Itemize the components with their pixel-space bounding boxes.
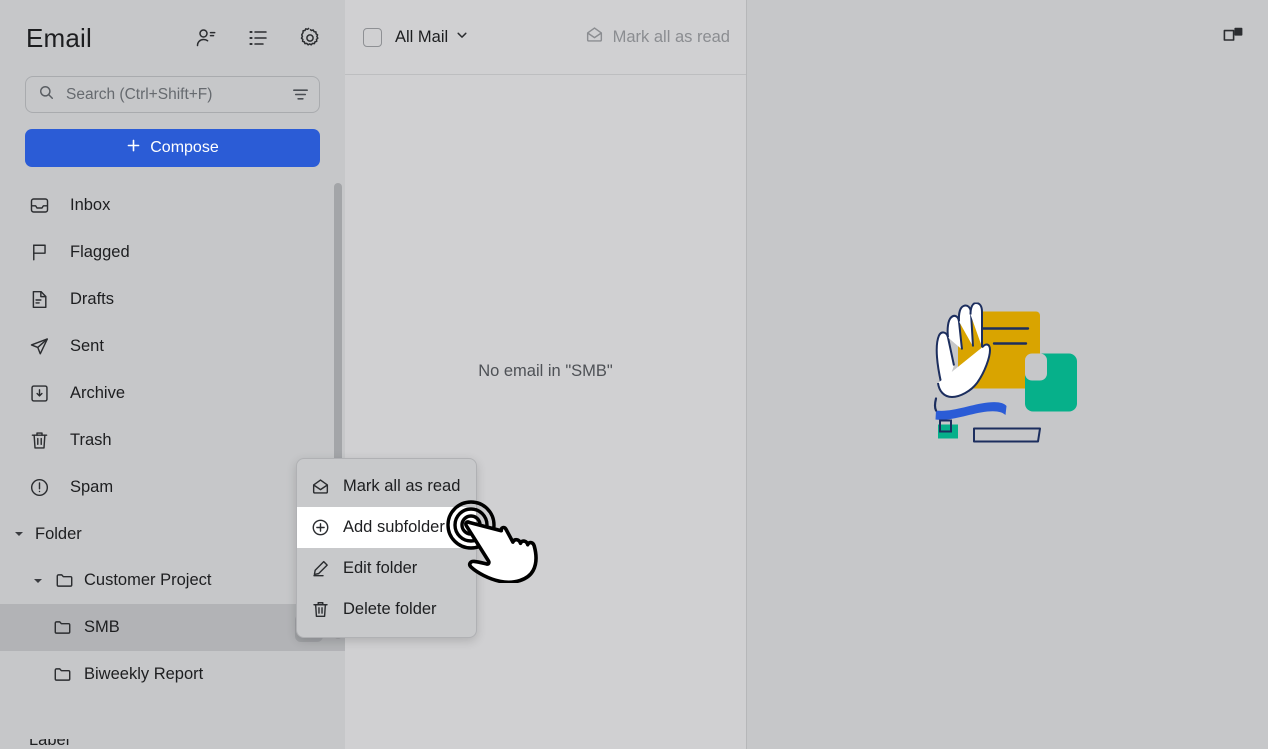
open-envelope-icon	[585, 25, 604, 49]
sidebar-item-label: Trash	[70, 431, 112, 449]
add-contact-icon[interactable]	[193, 25, 219, 51]
search-input[interactable]: Search (Ctrl+Shift+F)	[25, 76, 320, 113]
folder-icon	[55, 571, 74, 590]
folder-item-biweekly-report[interactable]: Biweekly Report	[0, 651, 345, 698]
sidebar-item-label: Sent	[70, 337, 104, 355]
folder-item-label: Biweekly Report	[84, 665, 204, 683]
label-section-header-cutoff[interactable]: Label	[0, 739, 345, 749]
sidebar-item-trash[interactable]: Trash	[0, 417, 345, 464]
message-list-toolbar: All Mail Mark all as read	[345, 0, 746, 75]
settings-gear-icon[interactable]	[297, 25, 323, 51]
mark-all-as-read-button[interactable]: Mark all as read	[585, 25, 730, 49]
sidebar-item-label: Flagged	[70, 243, 130, 261]
pencil-icon	[311, 559, 330, 578]
sidebar-item-spam[interactable]: Spam	[0, 464, 345, 511]
folder-section-label: Folder	[35, 524, 82, 543]
open-envelope-icon	[311, 477, 330, 496]
folder-section-header[interactable]: Folder	[0, 511, 345, 557]
chevron-down-icon	[455, 28, 469, 47]
context-menu-item-add-subfolder[interactable]: Add subfolder	[297, 507, 476, 548]
sidebar-item-archive[interactable]: Archive	[0, 370, 345, 417]
folder-icon	[53, 618, 72, 637]
mark-all-as-read-label: Mark all as read	[612, 27, 730, 46]
empty-mailbox-illustration	[922, 301, 1092, 447]
search-container: Search (Ctrl+Shift+F)	[0, 76, 345, 113]
reading-pane	[747, 0, 1268, 749]
trash-icon	[311, 600, 330, 619]
folder-item-customer-project[interactable]: Customer Project	[0, 557, 345, 604]
email-app-window: Email Search (Ctrl+Shift+F) Compose Inbo…	[0, 0, 1268, 749]
sidebar-item-drafts[interactable]: Drafts	[0, 276, 345, 323]
sidebar-nav: Inbox Flagged Drafts Sent Archive Trash …	[0, 182, 345, 511]
folder-item-label: Customer Project	[84, 571, 212, 589]
page-title: Email	[26, 22, 93, 53]
plus-icon	[126, 138, 141, 158]
search-icon	[38, 84, 55, 106]
context-menu-item-mark-all-as-read[interactable]: Mark all as read	[297, 466, 476, 507]
context-menu-item-delete-folder[interactable]: Delete folder	[297, 589, 476, 630]
sidebar-item-label: Archive	[70, 384, 126, 402]
sidebar-item-flagged[interactable]: Flagged	[0, 229, 345, 276]
context-menu-item-label: Mark all as read	[343, 477, 461, 495]
compose-button[interactable]: Compose	[25, 129, 320, 167]
filter-icon[interactable]	[291, 85, 310, 104]
send-icon	[29, 336, 50, 357]
folder-item-label: SMB	[84, 618, 120, 636]
empty-list-message: No email in "SMB"	[478, 362, 613, 380]
compose-container: Compose	[0, 113, 345, 167]
archive-icon	[29, 383, 50, 404]
mail-scope-label: All Mail	[395, 27, 449, 46]
panel-layout-icon[interactable]	[1220, 22, 1246, 48]
folder-item-smb[interactable]: SMB	[0, 604, 345, 651]
sidebar-item-label: Inbox	[70, 196, 111, 214]
mail-scope-dropdown[interactable]: All Mail	[395, 28, 469, 47]
flag-icon	[29, 242, 50, 263]
sidebar-header-actions	[193, 25, 323, 51]
folder-icon	[53, 665, 72, 684]
caret-down-icon	[12, 527, 26, 541]
select-all-checkbox[interactable]	[363, 27, 382, 47]
sidebar-item-label: Spam	[70, 478, 114, 496]
plus-circle-icon	[311, 518, 330, 537]
list-view-icon[interactable]	[245, 25, 271, 51]
context-menu-item-label: Add subfolder	[343, 518, 445, 536]
trash-icon	[29, 430, 50, 451]
alert-circle-icon	[29, 477, 50, 498]
context-menu-item-label: Delete folder	[343, 600, 437, 618]
folder-context-menu: Mark all as read Add subfolder Edit fold…	[296, 458, 477, 638]
search-placeholder: Search (Ctrl+Shift+F)	[66, 85, 213, 103]
document-icon	[29, 289, 50, 310]
inbox-icon	[29, 195, 50, 216]
sidebar-item-inbox[interactable]: Inbox	[0, 182, 345, 229]
context-menu-item-label: Edit folder	[343, 559, 418, 577]
sidebar-header: Email	[0, 0, 345, 76]
sidebar-item-label: Drafts	[70, 290, 115, 308]
sidebar-item-sent[interactable]: Sent	[0, 323, 345, 370]
compose-label: Compose	[150, 139, 219, 156]
sidebar: Email Search (Ctrl+Shift+F) Compose Inbo…	[0, 0, 345, 749]
caret-down-icon[interactable]	[31, 574, 45, 588]
label-section-label: Label	[29, 739, 70, 749]
context-menu-item-edit-folder[interactable]: Edit folder	[297, 548, 476, 589]
